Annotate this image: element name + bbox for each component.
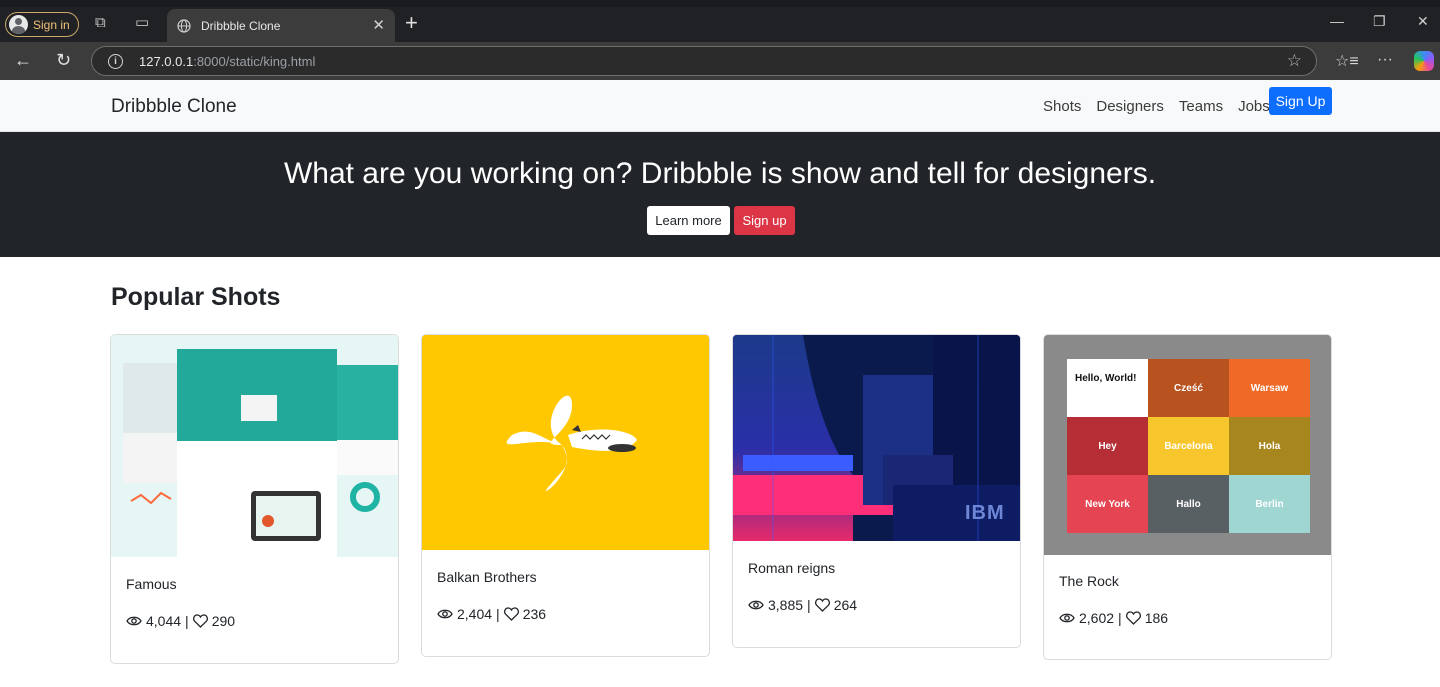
stats-separator: |	[496, 606, 500, 622]
shot-title[interactable]: Balkan Brothers	[437, 569, 537, 585]
url-host: 127.0.0.1	[139, 53, 194, 69]
view-count: 4,044	[146, 613, 182, 629]
shot-thumbnail-famous	[111, 335, 398, 557]
rock-tile: Berlin	[1229, 475, 1310, 533]
rock-tile: Hola	[1229, 417, 1310, 475]
nav-link-shots[interactable]: Shots	[1043, 98, 1081, 115]
stats-separator: |	[1118, 610, 1122, 626]
eye-icon	[1059, 613, 1075, 623]
site-info-icon[interactable]: i	[108, 53, 123, 69]
eye-icon	[437, 609, 453, 619]
eye-icon	[126, 616, 142, 626]
shot-card[interactable]: Balkan Brothers 2,404 | 236	[421, 334, 710, 657]
back-icon[interactable]: ←	[14, 50, 32, 71]
like-count: 264	[833, 597, 858, 613]
section-title: Popular Shots	[111, 283, 281, 311]
site-navbar: Dribbble Clone Shots Designers Teams Job…	[0, 80, 1440, 132]
shot-image[interactable]	[422, 335, 709, 550]
rock-tile: Cześć	[1148, 359, 1229, 417]
eye-icon	[748, 600, 764, 610]
profile-signin-label: Sign in	[33, 17, 70, 32]
profile-avatar-icon	[9, 15, 28, 34]
favorite-star-icon[interactable]: ☆	[1287, 51, 1302, 71]
favorites-icon[interactable]: ☆≡	[1335, 51, 1359, 71]
tab-actions-icon[interactable]: ▭	[135, 13, 149, 31]
like-count: 236	[522, 606, 547, 622]
more-menu-icon[interactable]: ···	[1377, 51, 1393, 69]
window-top-edge	[0, 0, 1440, 7]
new-tab-icon[interactable]: +	[405, 12, 418, 34]
address-bar[interactable]: i 127.0.0.1:8000/static/king.html ☆	[91, 46, 1317, 76]
minimize-icon[interactable]: —	[1330, 13, 1344, 29]
city-grid: Hello, World! Cześć Warsaw Hey Barcelona…	[1067, 359, 1310, 533]
shot-card[interactable]: Hello, World! Cześć Warsaw Hey Barcelona…	[1043, 334, 1332, 660]
heart-icon[interactable]	[192, 614, 208, 628]
rock-tile: Hallo	[1148, 475, 1229, 533]
nav-link-designers[interactable]: Designers	[1096, 98, 1164, 115]
view-count: 3,885	[768, 597, 804, 613]
shot-stats: 3,885 | 264	[748, 597, 857, 613]
browser-toolbar: ← ↻ i 127.0.0.1:8000/static/king.html ☆ …	[0, 42, 1440, 80]
hero-title: What are you working on? Dribbble is sho…	[283, 157, 1157, 190]
copilot-icon[interactable]	[1414, 51, 1434, 71]
view-count: 2,404	[457, 606, 493, 622]
shot-image[interactable]	[111, 335, 398, 557]
heart-icon[interactable]	[1125, 611, 1141, 625]
shot-card[interactable]: IBM Roman reigns 3,885 | 264	[732, 334, 1021, 648]
active-tab[interactable]: Dribbble Clone ✕	[167, 9, 395, 42]
shot-stats: 2,602 | 186	[1059, 610, 1168, 626]
brand-logo[interactable]: Dribbble Clone	[111, 96, 237, 118]
rock-tile: Barcelona	[1148, 417, 1229, 475]
profile-signin-button[interactable]: Sign in	[5, 12, 79, 37]
hero-signup-button[interactable]: Sign up	[734, 206, 795, 235]
learn-more-button[interactable]: Learn more	[647, 206, 730, 235]
tab-title: Dribbble Clone	[201, 18, 281, 33]
shot-image[interactable]: IBM	[733, 335, 1020, 541]
url-path: :8000/static/king.html	[193, 53, 316, 69]
browser-tabstrip: Sign in ⧉ ▭ Dribbble Clone ✕ + — ❐ ✕	[0, 0, 1440, 42]
shot-title[interactable]: Famous	[126, 576, 177, 592]
shot-title[interactable]: The Rock	[1059, 573, 1119, 589]
ibm-logo: IBM	[965, 502, 1005, 524]
heart-icon[interactable]	[503, 607, 519, 621]
rock-tile: Hello, World!	[1067, 359, 1148, 417]
rock-tile: Hey	[1067, 417, 1148, 475]
workspaces-icon[interactable]: ⧉	[95, 14, 106, 31]
restore-icon[interactable]: ❐	[1373, 13, 1386, 30]
shot-thumbnail-balkan	[422, 335, 709, 550]
nav-link-jobs[interactable]: Jobs	[1238, 98, 1270, 115]
shot-stats: 2,404 | 236	[437, 606, 546, 622]
like-count: 186	[1144, 610, 1169, 626]
nav-signup-button[interactable]: Sign Up	[1269, 87, 1332, 115]
heart-icon[interactable]	[814, 598, 830, 612]
refresh-icon[interactable]: ↻	[56, 50, 71, 71]
stats-separator: |	[185, 613, 189, 629]
like-count: 290	[211, 613, 236, 629]
shot-stats: 4,044 | 290	[126, 613, 235, 629]
view-count: 2,602	[1079, 610, 1115, 626]
rock-tile: New York	[1067, 475, 1148, 533]
window-close-icon[interactable]: ✕	[1417, 13, 1429, 30]
shot-card[interactable]: Famous 4,044 | 290	[110, 334, 399, 664]
globe-icon	[177, 18, 191, 33]
stats-separator: |	[807, 597, 811, 613]
nav-links: Shots Designers Teams Jobs	[1043, 98, 1270, 115]
tab-close-icon[interactable]: ✕	[372, 16, 385, 34]
rock-tile: Warsaw	[1229, 359, 1310, 417]
nav-link-teams[interactable]: Teams	[1179, 98, 1223, 115]
shot-image[interactable]: Hello, World! Cześć Warsaw Hey Barcelona…	[1044, 335, 1331, 555]
hero-buttons: Learn more Sign up	[647, 206, 795, 235]
hero-banner: What are you working on? Dribbble is sho…	[0, 132, 1440, 257]
shot-title[interactable]: Roman reigns	[748, 560, 835, 576]
